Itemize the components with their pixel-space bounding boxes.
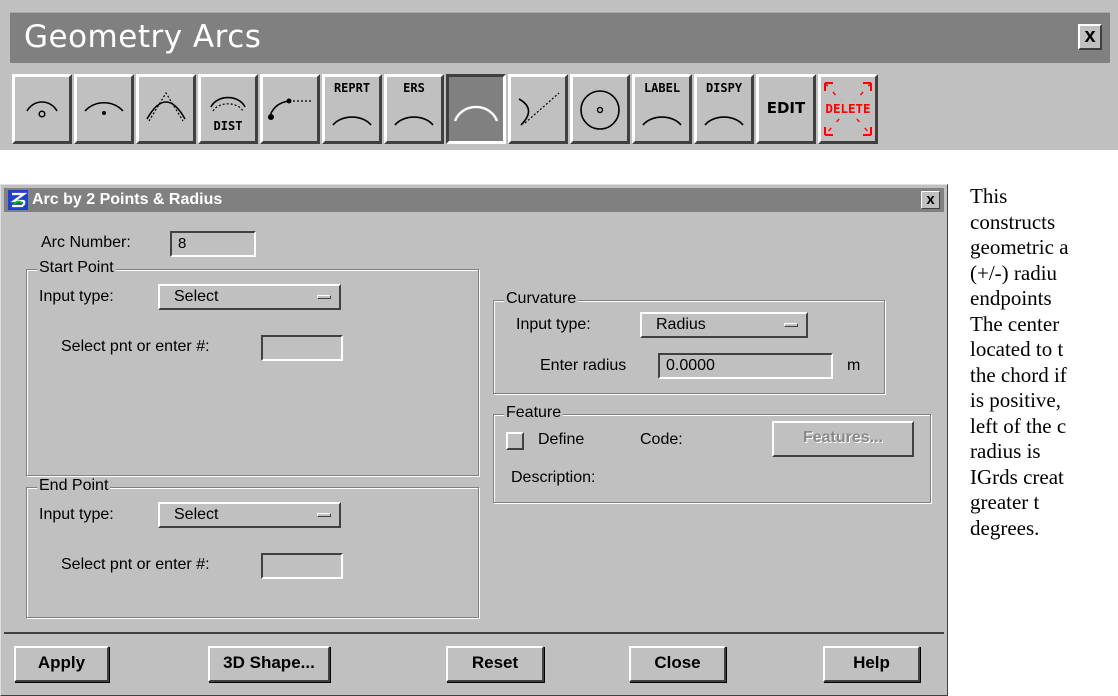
edit-label: EDIT — [766, 99, 806, 117]
feature-legend: Feature — [504, 404, 564, 422]
dropdown-indicator-icon — [784, 323, 798, 327]
close-button[interactable]: Close — [629, 646, 726, 682]
dialog-button-bar: Apply 3D Shape... Reset Close Help — [4, 632, 944, 694]
arc-display-button[interactable]: DISPY — [694, 74, 754, 144]
arc-point-tangent-button[interactable] — [260, 74, 320, 144]
dropdown-indicator-icon — [317, 513, 331, 517]
side-description-text: This constructs geometric a (+/-) radiu … — [970, 184, 1110, 541]
start-point-number-field[interactable] — [261, 335, 343, 361]
arc-number-label: Arc Number: — [41, 234, 131, 251]
geometry-arcs-toolbar: Geometry Arcs x DIST REPRT ERS LABEL DIS… — [0, 0, 1118, 166]
end-select-point-label: Select pnt or enter #: — [61, 556, 210, 573]
arc-tangent-line-icon — [518, 92, 560, 126]
dialog-title: Arc by 2 Points & Radius — [32, 191, 223, 208]
toolbar-bottom-edge — [0, 150, 1118, 166]
arc-label-icon — [642, 116, 682, 126]
description-label: Description: — [511, 469, 596, 486]
define-label: Define — [538, 431, 585, 448]
arc-center-chord-icon — [84, 102, 124, 115]
side-text-line: the chord if — [970, 362, 1067, 387]
radius-unit-label: m — [847, 357, 861, 374]
arc-erase-icon — [394, 116, 434, 126]
side-text-line: constructs — [970, 209, 1056, 234]
start-input-type-select[interactable]: Select — [158, 284, 341, 310]
start-point-group: Start Point Input type: Select Select pn… — [26, 259, 479, 476]
arc-label-button[interactable]: LABEL — [632, 74, 692, 144]
start-point-legend: Start Point — [37, 259, 116, 277]
side-text-line: IGrds creat — [970, 464, 1064, 489]
radius-field[interactable]: 0.0000 — [658, 353, 833, 379]
curvature-group: Curvature Input type: Radius Enter radiu… — [493, 290, 885, 394]
arc-two-points-radius-button[interactable] — [446, 74, 506, 144]
start-select-point-label: Select pnt or enter #: — [61, 338, 210, 355]
curvature-legend: Curvature — [504, 290, 579, 308]
side-text-line: located to t — [970, 337, 1064, 361]
end-input-type-value: Select — [174, 506, 219, 523]
arc-report-button[interactable]: REPRT — [322, 74, 382, 144]
enter-radius-label: Enter radius — [540, 357, 627, 374]
end-input-type-label: Input type: — [39, 506, 114, 523]
feature-group: Feature Define Code: Features... Descrip… — [493, 404, 931, 503]
side-text-line: The center — [970, 311, 1060, 336]
reset-button[interactable]: Reset — [446, 646, 544, 682]
circle-center-icon — [580, 90, 620, 130]
start-input-type-value: Select — [174, 288, 219, 305]
delete-label: DELETE — [821, 101, 875, 116]
arc-delete-button[interactable]: DELETE — [818, 74, 878, 144]
curvature-input-type-value: Radius — [656, 316, 706, 333]
arc-center-chord-button[interactable] — [74, 74, 134, 144]
arc-three-points-icon — [146, 91, 186, 122]
dialog-title-bar[interactable]: Arc by 2 Points & Radius x — [4, 188, 944, 212]
3d-shape-button[interactable]: 3D Shape... — [208, 646, 330, 682]
side-text-line: degrees. — [970, 515, 1040, 540]
arc-point-tangent-icon — [268, 98, 311, 120]
arc-two-points-radius-icon — [453, 105, 499, 122]
arc-center-point-icon — [26, 101, 58, 118]
toolbar-title-bar[interactable]: Geometry Arcs x — [10, 12, 1110, 63]
side-text-line: is positive, — [970, 388, 1062, 412]
side-text-line: (+/-) radiu — [970, 260, 1058, 285]
side-text-line: geometric a — [970, 235, 1069, 259]
start-input-type-label: Input type: — [39, 288, 114, 305]
side-text-line: endpoints — [970, 286, 1052, 310]
dropdown-indicator-icon — [317, 295, 331, 299]
app-logo-icon — [8, 190, 28, 210]
arc-edit-button[interactable]: EDIT — [756, 74, 816, 144]
arc-center-point-button[interactable] — [12, 74, 72, 144]
arc-erase-button[interactable]: ERS — [384, 74, 444, 144]
side-text-line: left of the c — [970, 413, 1067, 438]
circle-center-button[interactable] — [570, 74, 630, 144]
code-label: Code: — [640, 431, 683, 448]
help-button[interactable]: Help — [823, 646, 920, 682]
arc-display-icon — [704, 116, 744, 126]
end-input-type-select[interactable]: Select — [158, 502, 341, 528]
end-point-group: End Point Input type: Select Select pnt … — [26, 477, 479, 618]
end-point-number-field[interactable] — [261, 553, 343, 579]
arc-distance-button[interactable]: DIST — [198, 74, 258, 144]
end-point-legend: End Point — [37, 477, 111, 495]
arc-report-icon — [332, 116, 372, 126]
curvature-input-type-select[interactable]: Radius — [640, 312, 808, 338]
toolbar-close-button[interactable]: x — [1078, 24, 1102, 50]
toolbar-title: Geometry Arcs — [24, 19, 262, 55]
side-text-line: This — [970, 184, 1008, 208]
side-text-line: radius is — [970, 439, 1041, 463]
define-checkbox[interactable] — [506, 432, 524, 450]
arc-tangent-line-button[interactable] — [508, 74, 568, 144]
side-text-line: greater t — [970, 490, 1040, 514]
arc-number-field[interactable]: 8 — [170, 231, 256, 257]
dialog-close-button[interactable]: x — [921, 191, 940, 209]
apply-button[interactable]: Apply — [14, 646, 109, 682]
dist-label: DIST — [213, 119, 243, 133]
arc-three-points-button[interactable] — [136, 74, 196, 144]
curvature-input-type-label: Input type: — [516, 316, 591, 333]
features-button[interactable]: Features... — [772, 421, 914, 457]
arc-by-2-points-radius-dialog: Arc by 2 Points & Radius x Arc Number: 8… — [0, 184, 948, 696]
toolbar-button-row: DIST REPRT ERS LABEL DISPY EDIT DELETE — [10, 67, 1110, 147]
